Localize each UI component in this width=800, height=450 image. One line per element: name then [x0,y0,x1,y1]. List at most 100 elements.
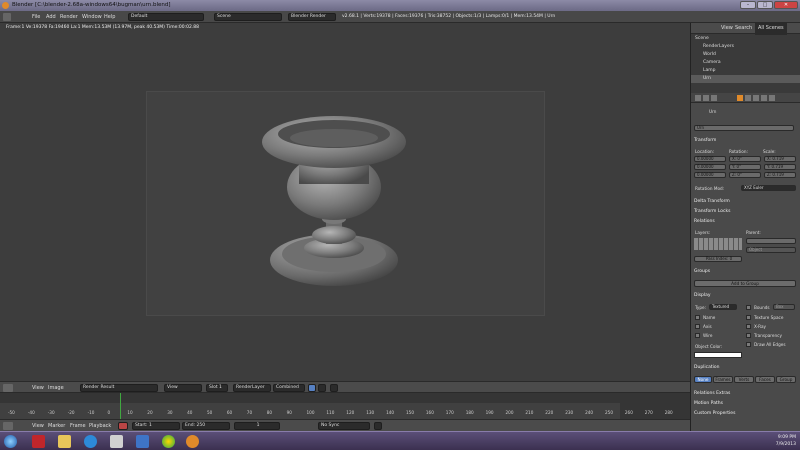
scene-tab-icon[interactable] [703,95,709,101]
outliner-item-scene[interactable]: Scene [691,35,800,43]
menu-file[interactable]: File [32,11,40,23]
location-z-field[interactable]: 0.00000 [694,172,726,178]
current-frame-field[interactable]: 1 [234,422,280,430]
transform-panel-header[interactable]: Transform [694,138,716,143]
groups-panel-header[interactable]: Groups [694,269,710,274]
editor-type-icon[interactable] [3,384,13,392]
internet-explorer-icon[interactable] [84,435,97,448]
acrobat-icon[interactable] [32,435,45,448]
menu-window[interactable]: Window [82,11,102,23]
end-frame-field[interactable]: End: 250 [182,422,230,430]
media-player-icon[interactable] [110,435,123,448]
scale-z-field[interactable]: Z: 0.719 [764,172,796,178]
add-to-group-button[interactable]: Add to Group [694,280,796,287]
location-y-field[interactable]: 0.00000 [694,164,726,170]
editor-type-icon[interactable] [3,422,13,430]
axis-checkbox[interactable] [695,324,700,329]
scene-selector[interactable]: Scene [214,13,282,21]
scale-x-field[interactable]: X: 0.719 [764,156,796,162]
bounds-checkbox[interactable] [746,305,751,310]
layout-selector[interactable]: Default [128,13,204,21]
duplication-panel-header[interactable]: Duplication [694,365,720,370]
delta-transform-panel-header[interactable]: Delta Transform [694,199,730,204]
slot-selector[interactable]: Slot 1 [206,384,228,392]
relations-extras-panel-header[interactable]: Relations Extras [694,391,730,396]
modifiers-tab-icon[interactable] [753,95,759,101]
rotation-x-field[interactable]: X: 0° [729,156,761,162]
clock-date[interactable]: 7/9/2013 [776,441,796,448]
relations-panel-header[interactable]: Relations [694,219,715,224]
menu-add[interactable]: Add [46,11,56,23]
duplication-faces-button[interactable]: Faces [755,376,775,383]
material-tab-icon[interactable] [769,95,775,101]
scale-y-field[interactable]: Y: 0.719 [764,164,796,170]
transparency-checkbox[interactable] [746,333,751,338]
start-frame-field[interactable]: Start: 1 [132,422,180,430]
rotation-y-field[interactable]: Y: 0° [729,164,761,170]
transform-locks-panel-header[interactable]: Transform Locks [694,209,730,214]
draw-all-edges-checkbox[interactable] [746,342,751,347]
pass-index-field[interactable]: Pass Index: 0 [694,256,742,262]
custom-properties-panel-header[interactable]: Custom Properties [694,411,735,416]
image-editor-viewport[interactable]: Frame:1 Ve:19378 Fa:19460 La:1 Mem:13.53… [0,23,690,381]
menu-help[interactable]: Help [104,11,115,23]
alpha-icon[interactable] [318,384,326,392]
duplication-frames-button[interactable]: Frames [713,376,733,383]
parent-field[interactable] [746,238,796,244]
maximize-button[interactable]: □ [757,1,773,9]
data-tab-icon[interactable] [761,95,767,101]
rotation-z-field[interactable]: Z: 0° [729,172,761,178]
start-button-icon[interactable] [4,435,17,448]
render-engine-selector[interactable]: Blender Render [288,13,336,21]
location-x-field[interactable]: 0.00000 [694,156,726,162]
outliner-search-menu[interactable]: Search [735,23,752,35]
outliner-item-urn[interactable]: Urn [691,75,800,83]
outliner-view-menu[interactable]: View [721,23,733,35]
outliner-item-lamp[interactable]: Lamp [691,67,800,75]
timeline-scrubber[interactable] [0,393,690,403]
image-selector[interactable]: Render Result [80,384,158,392]
editor-type-icon[interactable] [3,13,11,21]
outliner-item-renderlayers[interactable]: RenderLayers [691,43,800,51]
outliner-item-camera[interactable]: Camera [691,59,800,67]
constraints-tab-icon[interactable] [745,95,751,101]
motion-paths-panel-header[interactable]: Motion Paths [694,401,723,406]
chrome-icon[interactable] [162,435,175,448]
outliner-item-world[interactable]: World [691,51,800,59]
file-explorer-icon[interactable] [58,435,71,448]
world-tab-icon[interactable] [711,95,717,101]
display-type-selector[interactable]: Textured [709,304,737,310]
rotation-mode-selector[interactable]: XYZ Euler [741,185,796,191]
outliner-display-mode[interactable]: All Scenes [755,23,787,35]
keying-icon[interactable] [374,422,382,430]
duplication-group-button[interactable]: Group [776,376,796,383]
object-color-swatch[interactable] [694,352,742,358]
close-button[interactable]: ✕ [774,1,798,9]
name-checkbox[interactable] [695,315,700,320]
pass-selector[interactable]: Combined [273,384,305,392]
layer-grid[interactable] [694,238,742,250]
xray-checkbox[interactable] [746,324,751,329]
parent-type-selector[interactable]: Object [746,247,796,253]
record-icon[interactable] [118,422,128,430]
layer-selector[interactable]: RenderLayer [233,384,271,392]
minimize-button[interactable]: – [740,1,756,9]
display-channels-icon[interactable] [308,384,316,392]
duplication-none-button[interactable]: None [694,376,712,383]
document-icon[interactable] [136,435,149,448]
pin-icon[interactable] [330,384,338,392]
render-tab-icon[interactable] [695,95,701,101]
blender-taskbar-icon[interactable] [186,435,199,448]
timeline-editor[interactable]: -50 -40 -30 -20 -10 0 10 20 30 40 50 60 70 80 90 100 110… [0,393,690,419]
clock-time[interactable]: 9:09 PM [776,434,796,441]
object-name-field[interactable]: Urn [694,125,794,131]
texture-space-checkbox[interactable] [746,315,751,320]
current-frame-marker[interactable] [120,393,121,419]
bounds-type-selector[interactable]: Box [773,304,795,310]
view-selector[interactable]: View [164,384,202,392]
sync-selector[interactable]: No Sync [318,422,370,430]
display-panel-header[interactable]: Display [694,293,711,298]
object-tab-icon[interactable] [737,95,743,101]
menu-render[interactable]: Render [60,11,78,23]
duplication-verts-button[interactable]: Verts [734,376,754,383]
